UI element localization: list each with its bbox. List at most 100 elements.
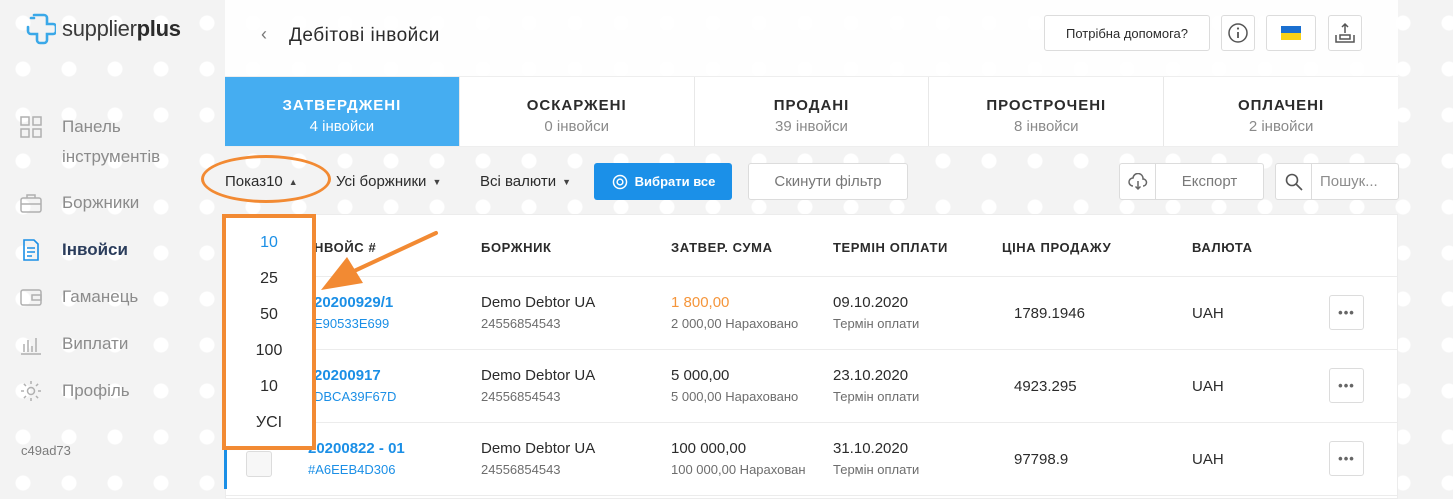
- sidebar-item-label: Профіль: [62, 381, 130, 400]
- upload-button[interactable]: [1328, 15, 1362, 51]
- tab-overdue[interactable]: ПРОСТРОЧЕНІ 8 інвойси: [929, 77, 1165, 146]
- amount-cell: 1 800,00 2 000,00 Нараховано: [671, 294, 816, 331]
- page-size-option[interactable]: 10: [226, 234, 312, 252]
- logo-text: supplierplus: [62, 16, 181, 41]
- sidebar-item-label: Інвойси: [62, 240, 128, 259]
- select-all-label: Вибрати все: [634, 174, 716, 189]
- header-approved-amount[interactable]: ЗАТВЕР. СУМА: [671, 240, 773, 255]
- table-row[interactable]: 20200929/1 E90533E699 Demo Debtor UA 245…: [226, 277, 1397, 350]
- approved-amount: 100 000,00: [671, 440, 747, 457]
- debtor-cell: Demo Debtor UA 24556854543: [481, 367, 595, 404]
- sidebar-item-profile[interactable]: Профіль: [20, 380, 130, 406]
- sidebar-item-dashboard[interactable]: Панель інструментів: [20, 116, 192, 172]
- page-size-option[interactable]: 50: [226, 306, 312, 324]
- invoice-number-link[interactable]: 20200822 - 01: [308, 440, 405, 457]
- invoice-cell[interactable]: 20200929/1 E90533E699: [314, 294, 393, 331]
- tab-paid[interactable]: ОПЛАЧЕНІ 2 інвойси: [1164, 77, 1398, 146]
- invoice-cell[interactable]: 20200917 DBCA39F67D: [314, 367, 396, 404]
- debtor-cell: Demo Debtor UA 24556854543: [481, 440, 595, 477]
- tab-count: 2 інвойси: [1248, 118, 1314, 135]
- row-actions-button[interactable]: •••: [1329, 368, 1364, 403]
- header-invoice[interactable]: НВОЙС #: [314, 240, 376, 255]
- document-icon: [23, 239, 39, 261]
- due-date-label: Термін оплати: [833, 389, 920, 404]
- page-size-option[interactable]: 25: [226, 270, 312, 288]
- gear-icon: [612, 174, 627, 189]
- annotation-ellipse: [201, 155, 331, 203]
- sidebar: supplierplus Панель інструментів Боржник…: [0, 0, 212, 499]
- sidebar-item-debtors[interactable]: Боржники: [20, 192, 139, 218]
- page-size-option[interactable]: УСІ: [226, 414, 312, 432]
- debtor-id: 24556854543: [481, 316, 561, 331]
- row-actions-button[interactable]: •••: [1329, 441, 1364, 476]
- tab-title: ЗАТВЕРДЖЕНІ: [282, 97, 402, 114]
- debtors-filter[interactable]: Усі боржники ▼: [336, 173, 441, 190]
- back-button[interactable]: ‹: [261, 24, 267, 45]
- sidebar-item-label: Виплати: [62, 334, 129, 353]
- bar-chart-icon: [21, 338, 41, 355]
- dashboard-icon: [20, 116, 42, 138]
- filter-toolbar: Показ10 ▲ Усі боржники ▼ Всі валюти ▼ Ви…: [225, 163, 1399, 201]
- due-date: 23.10.2020: [833, 367, 909, 384]
- language-button[interactable]: [1266, 15, 1316, 51]
- tab-title: ОПЛАЧЕНІ: [1237, 97, 1325, 114]
- tab-count: 8 інвойси: [1014, 118, 1079, 135]
- chevron-down-icon: ▼: [562, 176, 571, 187]
- debtor-name: Demo Debtor UA: [481, 294, 596, 311]
- select-all-button[interactable]: Вибрати все: [594, 163, 732, 200]
- tab-count: 39 інвойси: [775, 118, 848, 135]
- chevron-down-icon: ▼: [432, 176, 442, 187]
- reset-filter-button[interactable]: Скинути фільтр: [748, 163, 908, 200]
- ukraine-flag-icon: [1281, 26, 1301, 40]
- sale-price: 1789.1946: [1014, 305, 1085, 322]
- sidebar-item-payouts[interactable]: Виплати: [20, 333, 128, 359]
- gear-icon: [21, 381, 41, 401]
- export-button[interactable]: Експорт: [1119, 163, 1264, 200]
- due-date-cell: 23.10.2020 Термін оплати: [833, 367, 919, 404]
- page-header: ‹ Дебітові інвойси Потрібна допомога?: [225, 0, 1398, 76]
- header-due-date[interactable]: ТЕРМІН ОПЛАТИ: [833, 240, 948, 255]
- tab-approved[interactable]: ЗАТВЕРДЖЕНІ 4 інвойси: [225, 77, 460, 146]
- debtor-cell: Demo Debtor UA 24556854543: [481, 294, 595, 331]
- row-actions-button[interactable]: •••: [1329, 295, 1364, 330]
- accrued-amount: 5 000,00 Нараховано: [671, 389, 799, 404]
- invoice-number-link[interactable]: 20200929/1: [314, 294, 393, 311]
- invoice-cell[interactable]: 20200822 - 01 #A6EEB4D306: [308, 440, 405, 477]
- table-row[interactable]: 20200917 DBCA39F67D Demo Debtor UA 24556…: [226, 350, 1397, 423]
- table-row[interactable]: 20200822 - 01 #A6EEB4D306 Demo Debtor UA…: [224, 423, 1397, 496]
- approved-amount: 5 000,00: [671, 367, 730, 384]
- header-debtor[interactable]: БОРЖНИК: [481, 240, 552, 255]
- supplierplus-logo-icon: [26, 13, 56, 45]
- tab-disputed[interactable]: ОСКАРЖЕНІ 0 інвойси: [460, 77, 695, 146]
- amount-cell: 100 000,00 100 000,00 Нарахован: [671, 440, 816, 477]
- page-size-option[interactable]: 10: [226, 378, 312, 396]
- due-date-label: Термін оплати: [833, 316, 920, 331]
- due-date-cell: 31.10.2020 Термін оплати: [833, 440, 919, 477]
- help-button[interactable]: Потрібна допомога?: [1044, 15, 1210, 51]
- accrued-amount: 100 000,00 Нарахован: [671, 462, 806, 477]
- debtor-id: 24556854543: [481, 462, 561, 477]
- invoice-hash: DBCA39F67D: [314, 389, 397, 404]
- tab-sold[interactable]: ПРОДАНІ 39 інвойси: [695, 77, 930, 146]
- info-button[interactable]: [1221, 15, 1255, 51]
- invoice-status-tabs: ЗАТВЕРДЖЕНІ 4 інвойси ОСКАРЖЕНІ 0 інвойс…: [225, 76, 1398, 147]
- sale-price: 97798.9: [1014, 451, 1069, 468]
- sidebar-item-wallet[interactable]: Гаманець: [20, 286, 138, 312]
- row-checkbox[interactable]: [246, 451, 272, 477]
- header-sale-price[interactable]: ЦІНА ПРОДАЖУ: [1002, 240, 1111, 255]
- tab-count: 0 інвойси: [544, 118, 609, 135]
- due-date-cell: 09.10.2020 Термін оплати: [833, 294, 919, 331]
- debtor-name: Demo Debtor UA: [481, 367, 596, 384]
- header-currency[interactable]: ВАЛЮТА: [1192, 240, 1253, 255]
- currency: UAH: [1192, 378, 1224, 395]
- invoice-number-link[interactable]: 20200917: [314, 367, 396, 384]
- currency: UAH: [1192, 451, 1224, 468]
- logo[interactable]: supplierplus: [22, 12, 181, 46]
- sidebar-item-invoices[interactable]: Інвойси: [20, 239, 128, 265]
- upload-icon: [1335, 22, 1355, 43]
- search-input[interactable]: [1312, 164, 1398, 199]
- search-icon[interactable]: [1276, 164, 1312, 199]
- invoice-hash: #A6EEB4D306: [308, 462, 396, 477]
- currency-filter[interactable]: Всі валюти ▼: [480, 173, 571, 190]
- page-size-option[interactable]: 100: [226, 342, 312, 360]
